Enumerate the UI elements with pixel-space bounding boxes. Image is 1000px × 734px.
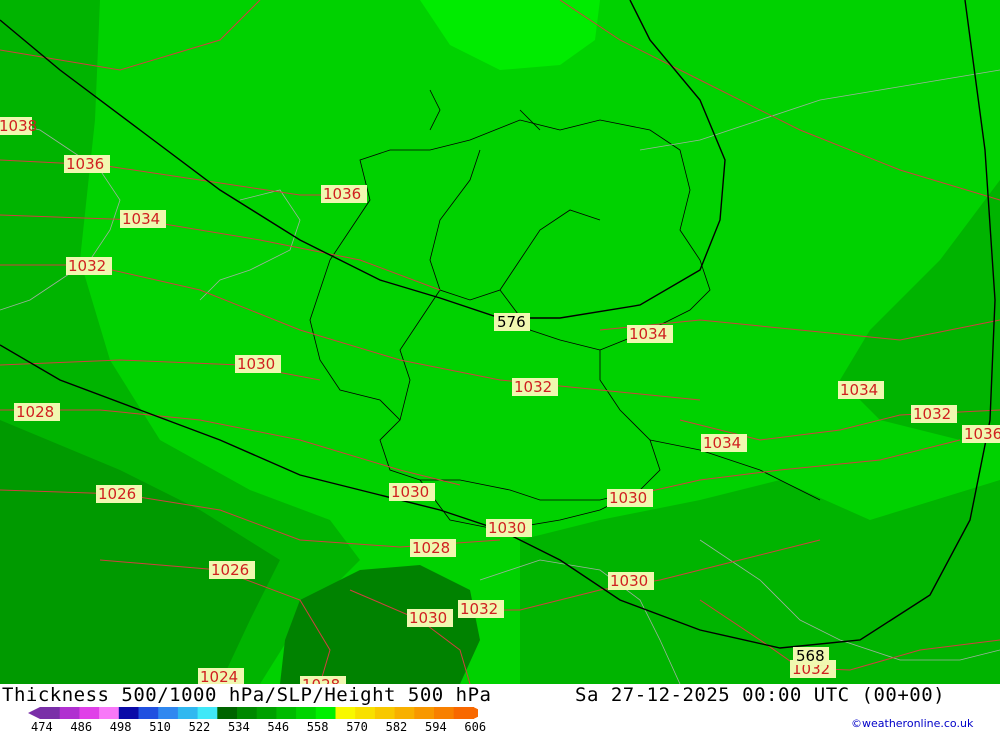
svg-text:1034: 1034 — [122, 210, 160, 228]
slp-label: 1030 — [608, 572, 654, 590]
svg-text:1036: 1036 — [66, 155, 104, 173]
map-panel: 1038 1036 1036 1034 1032 1030 1028 1026 … — [0, 0, 1000, 684]
color-scale — [28, 707, 478, 719]
scale-swatch — [177, 707, 199, 719]
svg-text:1030: 1030 — [610, 572, 648, 590]
scale-swatch — [414, 707, 435, 719]
slp-label: 1036 — [962, 425, 1000, 443]
svg-text:1030: 1030 — [391, 483, 429, 501]
slp-label: 1028 — [300, 676, 346, 684]
scale-swatch — [99, 707, 120, 719]
slp-label: 1028 — [410, 539, 456, 557]
svg-text:1028: 1028 — [302, 676, 340, 684]
svg-text:1034: 1034 — [629, 325, 667, 343]
scale-swatch — [434, 707, 455, 719]
svg-text:1036: 1036 — [964, 425, 1000, 443]
slp-label: 1036 — [321, 185, 367, 203]
scale-tick-label: 582 — [385, 720, 408, 734]
slp-label: 1034 — [838, 381, 884, 399]
footer: Thickness 500/1000 hPa/SLP/Height 500 hP… — [0, 684, 1000, 734]
scale-swatch — [453, 707, 474, 719]
scale-swatch — [237, 707, 258, 719]
scale-swatch — [276, 707, 297, 719]
scale-swatch — [197, 707, 218, 719]
scale-swatch — [355, 707, 376, 719]
color-scale-labels: 474 486 498 510 522 534 546 558 570 582 594 606 — [0, 720, 520, 734]
scale-swatch — [394, 707, 415, 719]
slp-label: 1026 — [209, 561, 255, 579]
slp-label: 1034 — [701, 434, 747, 452]
svg-text:1028: 1028 — [16, 403, 54, 421]
slp-label: 1026 — [96, 485, 142, 503]
scale-tick-label: 606 — [464, 720, 487, 734]
scale-swatch — [79, 707, 100, 719]
svg-text:1030: 1030 — [488, 519, 526, 537]
scale-tick-label: 558 — [306, 720, 329, 734]
scale-swatch — [256, 707, 277, 719]
slp-label: 1028 — [14, 403, 60, 421]
scale-arrow-right — [473, 707, 478, 719]
weather-map: 1038 1036 1036 1034 1032 1030 1028 1026 … — [0, 0, 1000, 684]
scale-tick-label: 486 — [70, 720, 93, 734]
slp-label: 1038 — [0, 117, 37, 135]
svg-text:1030: 1030 — [409, 609, 447, 627]
map-title: Thickness 500/1000 hPa/SLP/Height 500 hP… — [2, 684, 492, 706]
svg-text:568: 568 — [796, 647, 825, 665]
scale-swatch — [158, 707, 179, 719]
scale-tick-label: 534 — [228, 720, 250, 734]
svg-text:576: 576 — [497, 313, 526, 331]
height-label: 568 — [793, 647, 829, 665]
svg-text:1032: 1032 — [460, 600, 498, 618]
scale-swatch — [118, 707, 139, 719]
map-timestamp: Sa 27-12-2025 00:00 UTC (00+00) — [575, 684, 946, 706]
svg-text:1032: 1032 — [913, 405, 951, 423]
scale-arrow-left — [28, 707, 40, 719]
slp-label: 1032 — [66, 257, 112, 275]
svg-text:1034: 1034 — [840, 381, 878, 399]
scale-tick-label: 498 — [109, 720, 132, 734]
scale-tick-label: 474 — [31, 720, 53, 734]
svg-text:1026: 1026 — [211, 561, 249, 579]
slp-label: 1032 — [512, 378, 558, 396]
scale-swatch — [138, 707, 159, 719]
scale-tick-label: 594 — [425, 720, 447, 734]
slp-label: 1034 — [627, 325, 673, 343]
scale-swatch — [217, 707, 238, 719]
slp-label: 1032 — [911, 405, 957, 423]
slp-label: 1030 — [235, 355, 281, 373]
scale-swatch — [315, 707, 336, 719]
svg-text:1032: 1032 — [514, 378, 552, 396]
credit-link[interactable]: ©weatheronline.co.uk — [851, 717, 973, 730]
scale-swatch — [335, 707, 356, 719]
svg-text:1038: 1038 — [0, 117, 37, 135]
slp-label: 1024 — [198, 668, 244, 684]
scale-swatch — [374, 707, 396, 719]
scale-tick-label: 510 — [149, 720, 171, 734]
svg-text:1032: 1032 — [68, 257, 106, 275]
slp-label: 1030 — [486, 519, 532, 537]
svg-text:1034: 1034 — [703, 434, 741, 452]
slp-label: 1030 — [607, 489, 653, 507]
slp-label: 1030 — [389, 483, 435, 501]
slp-label: 1036 — [64, 155, 110, 173]
scale-swatch — [296, 707, 317, 719]
svg-text:1030: 1030 — [609, 489, 647, 507]
scale-swatch — [59, 707, 80, 719]
scale-tick-label: 546 — [267, 720, 290, 734]
slp-label: 1030 — [407, 609, 453, 627]
scale-tick-label: 570 — [346, 720, 368, 734]
height-label: 576 — [494, 313, 530, 331]
slp-label: 1034 — [120, 210, 166, 228]
scale-tick-label: 522 — [188, 720, 211, 734]
svg-text:1030: 1030 — [237, 355, 275, 373]
scale-swatch — [40, 707, 61, 719]
svg-text:1036: 1036 — [323, 185, 361, 203]
svg-text:1028: 1028 — [412, 539, 450, 557]
svg-text:1024: 1024 — [200, 668, 238, 684]
svg-text:1026: 1026 — [98, 485, 136, 503]
slp-label: 1032 — [458, 600, 504, 618]
